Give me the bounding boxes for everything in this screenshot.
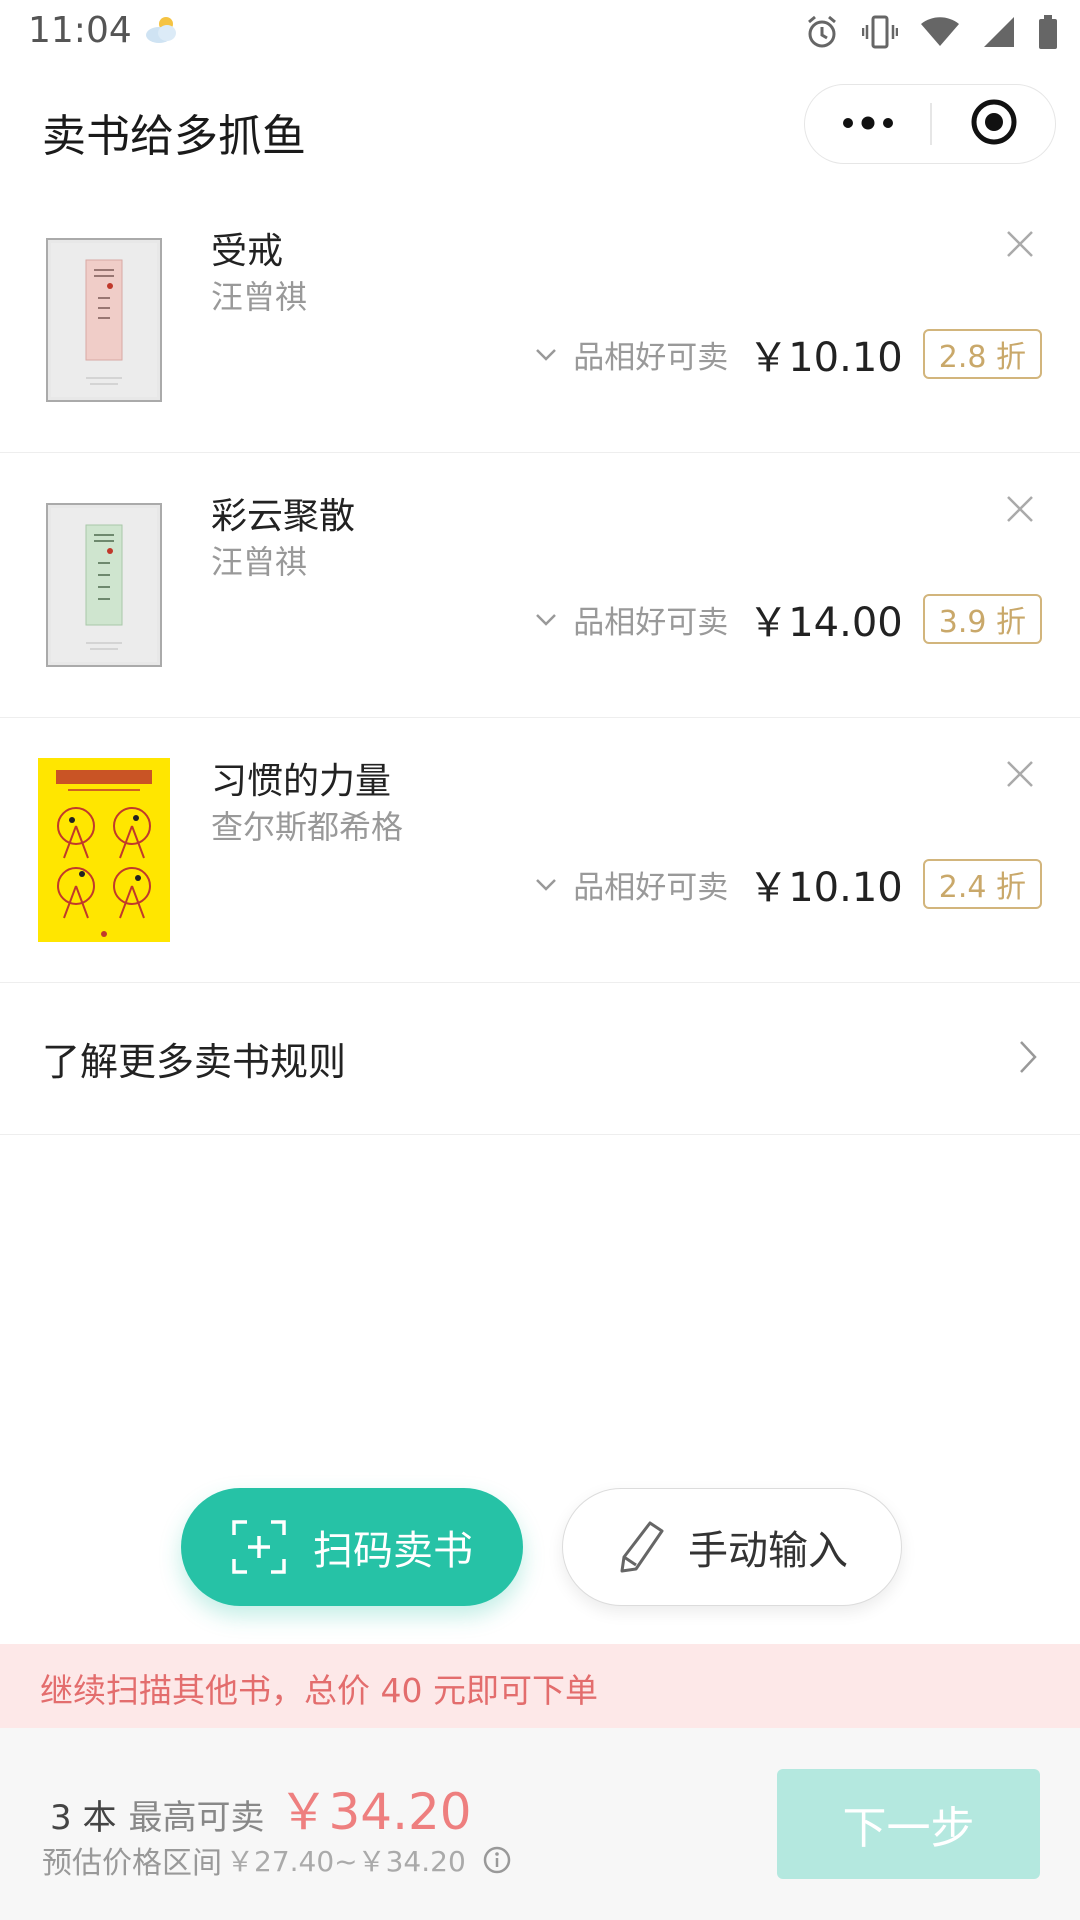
remove-book-button[interactable] xyxy=(1000,489,1040,529)
more-dots-icon xyxy=(841,115,895,134)
price-row: 品相好可卖 ￥14.00 3.9 折 xyxy=(533,593,1042,646)
price-range-label: 预估价格区间 xyxy=(42,1846,222,1881)
summary-line: 3 本 最高可卖 ￥34.20 xyxy=(50,1772,472,1844)
max-price-label: 最高可卖 xyxy=(128,1798,265,1838)
pencil-icon xyxy=(616,1519,666,1575)
chevron-down-icon[interactable] xyxy=(533,874,559,894)
notice-bar: 继续扫描其他书，总价 40 元即可下单 xyxy=(0,1644,1080,1728)
book-price: ￥10.10 xyxy=(748,335,903,381)
remove-book-button[interactable] xyxy=(1000,754,1040,794)
book-cover xyxy=(38,758,170,942)
next-step-button[interactable]: 下一步 xyxy=(777,1769,1040,1879)
book-author: 查尔斯都希格 xyxy=(211,808,404,846)
status-time: 11:04 xyxy=(28,10,132,51)
checkout-bar: 3 本 最高可卖 ￥34.20 预估价格区间 ￥27.40~￥34.20 下一步 xyxy=(0,1728,1080,1920)
close-mini-program-button[interactable] xyxy=(932,85,1055,163)
sell-rules-label: 了解更多卖书规则 xyxy=(42,1040,347,1084)
signal-icon xyxy=(982,15,1016,49)
page-title: 卖书给多抓鱼 xyxy=(42,111,306,162)
price-row: 品相好可卖 ￥10.10 2.8 折 xyxy=(533,328,1042,381)
status-icons xyxy=(804,12,1058,52)
alarm-icon xyxy=(804,14,840,50)
book-title: 彩云聚散 xyxy=(211,496,356,537)
book-item[interactable]: 习惯的力量 查尔斯都希格 品相好可卖 ￥10.10 2.4 折 xyxy=(0,718,1080,983)
book-author: 汪曾祺 xyxy=(211,543,308,581)
wifi-icon xyxy=(920,16,960,48)
more-button[interactable] xyxy=(805,85,930,163)
book-title: 习惯的力量 xyxy=(211,761,392,802)
condition-label[interactable]: 品相好可卖 xyxy=(573,597,728,642)
book-author: 汪曾祺 xyxy=(211,278,308,316)
nav-bar: 卖书给多抓鱼 xyxy=(0,64,1080,188)
status-bar: 11:04 xyxy=(0,0,1080,64)
chevron-right-icon xyxy=(1018,1039,1038,1075)
condition-label[interactable]: 品相好可卖 xyxy=(573,332,728,377)
book-item[interactable]: 受戒 汪曾祺 品相好可卖 ￥10.10 2.8 折 xyxy=(0,188,1080,453)
weather-partly-cloudy-icon xyxy=(142,14,182,46)
price-range-value: ￥27.40~￥34.20 xyxy=(226,1845,466,1878)
next-step-label: 下一步 xyxy=(842,1803,975,1854)
book-count: 3 本 xyxy=(50,1798,117,1838)
discount-badge: 2.8 折 xyxy=(922,329,1042,379)
mini-program-capsule xyxy=(804,84,1056,164)
max-price: ￥34.20 xyxy=(278,1783,472,1841)
book-item[interactable]: 彩云聚散 汪曾祺 品相好可卖 ￥14.00 3.9 折 xyxy=(0,453,1080,718)
manual-input-button[interactable]: 手动输入 xyxy=(562,1488,902,1606)
chevron-down-icon[interactable] xyxy=(533,609,559,629)
book-price: ￥14.00 xyxy=(748,600,903,646)
book-cover xyxy=(46,238,162,402)
book-cover xyxy=(46,503,162,667)
price-range-line: 预估价格区间 ￥27.40~￥34.20 xyxy=(42,1838,512,1882)
discount-badge: 3.9 折 xyxy=(922,594,1042,644)
scan-icon xyxy=(231,1519,287,1575)
vibrate-icon xyxy=(862,13,898,51)
sell-rules-link[interactable]: 了解更多卖书规则 xyxy=(0,983,1080,1135)
book-title: 受戒 xyxy=(211,231,284,272)
scan-sell-label: 扫码卖书 xyxy=(313,1528,473,1574)
battery-icon xyxy=(1038,15,1058,49)
discount-badge: 2.4 折 xyxy=(922,859,1042,909)
info-icon[interactable] xyxy=(482,1845,512,1875)
price-row: 品相好可卖 ￥10.10 2.4 折 xyxy=(533,858,1042,911)
chevron-down-icon[interactable] xyxy=(533,344,559,364)
condition-label[interactable]: 品相好可卖 xyxy=(573,862,728,907)
scan-sell-button[interactable]: 扫码卖书 xyxy=(181,1488,523,1606)
manual-input-label: 手动输入 xyxy=(688,1528,848,1574)
book-price: ￥10.10 xyxy=(748,865,903,911)
notice-text: 继续扫描其他书，总价 40 元即可下单 xyxy=(40,1671,598,1710)
remove-book-button[interactable] xyxy=(1000,224,1040,264)
target-circle-icon xyxy=(969,97,1019,151)
